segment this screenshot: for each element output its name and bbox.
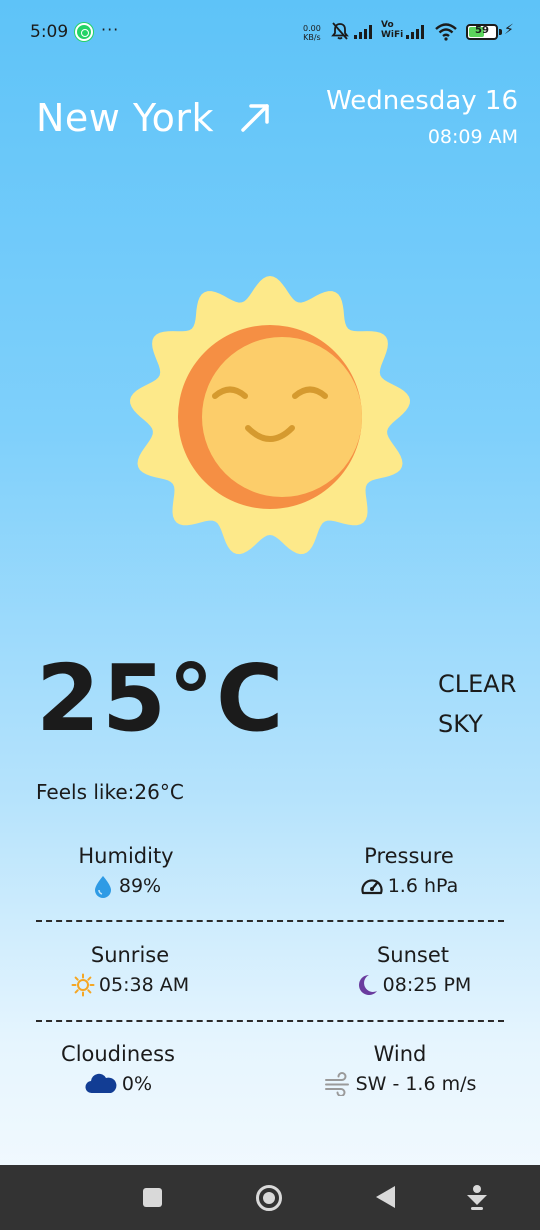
- sunset-value: 08:25 PM: [382, 974, 472, 996]
- download-arrow-icon[interactable]: [464, 1183, 490, 1211]
- condition-line-2: SKY: [438, 710, 483, 738]
- sunset-label: Sunset: [376, 943, 450, 967]
- pressure-value: 1.6 hPa: [387, 875, 459, 897]
- cloudiness-label: Cloudiness: [61, 1042, 175, 1066]
- humidity-label: Humidity: [78, 844, 174, 868]
- wind-label: Wind: [373, 1042, 427, 1066]
- current-date: Wednesday 16: [326, 86, 518, 116]
- sun-icon: [71, 973, 95, 997]
- status-time: 5:09: [30, 22, 69, 42]
- vowifi-indicator: Vo WiFi: [381, 20, 403, 40]
- whatsapp-icon: [75, 23, 93, 41]
- network-speed: 0.00 KB/s: [303, 24, 321, 42]
- current-time: 08:09 AM: [427, 126, 518, 148]
- city-name[interactable]: New York: [36, 96, 214, 140]
- wind-block: Wind SW - 1.6 m/s: [300, 1042, 500, 1096]
- signal-icon: [354, 25, 372, 39]
- humidity-value: 89%: [118, 875, 162, 897]
- back-triangle-icon[interactable]: [376, 1186, 395, 1208]
- cloudiness-value: 0%: [121, 1073, 153, 1095]
- vowifi-bottom: WiFi: [381, 30, 404, 40]
- recents-square-icon[interactable]: [143, 1188, 162, 1207]
- network-speed-value: 0.00: [303, 24, 321, 33]
- feels-like: Feels like:26°C: [36, 780, 184, 804]
- cloudiness-block: Cloudiness 0%: [28, 1042, 208, 1096]
- vowifi-top: Vo: [381, 20, 394, 30]
- moon-icon: [358, 975, 377, 995]
- sun-illustration: [130, 276, 410, 555]
- battery-level: 59: [475, 25, 489, 36]
- network-speed-unit: KB/s: [303, 33, 321, 42]
- navigation-bar: [0, 1165, 540, 1230]
- arrow-up-right-icon[interactable]: [237, 100, 273, 136]
- divider: [36, 1020, 504, 1022]
- water-drop-icon: [94, 876, 111, 898]
- wifi-icon: [435, 23, 457, 41]
- sunrise-value: 05:38 AM: [98, 974, 190, 996]
- battery-tip: [499, 29, 502, 35]
- condition-line-1: CLEAR: [438, 670, 517, 698]
- more-notifications-icon: ···: [101, 20, 120, 39]
- wind-value: SW - 1.6 m/s: [355, 1073, 477, 1095]
- pressure-block: Pressure 1.6 hPa: [319, 844, 499, 898]
- home-circle-icon[interactable]: [256, 1185, 282, 1211]
- pressure-label: Pressure: [364, 844, 454, 868]
- signal-icon: [406, 25, 424, 39]
- divider: [36, 920, 504, 922]
- sunset-block: Sunset 08:25 PM: [323, 943, 503, 997]
- charging-bolt-icon: ⚡: [504, 22, 514, 38]
- weather-condition: CLEAR SKY: [438, 664, 516, 744]
- wind-icon: [324, 1072, 349, 1096]
- sunrise-label: Sunrise: [90, 943, 170, 967]
- sunrise-block: Sunrise 05:38 AM: [40, 943, 220, 997]
- battery-icon: 59: [466, 24, 498, 40]
- sun-face: [202, 337, 362, 497]
- cloud-icon: [85, 1073, 117, 1094]
- temperature: 25°C: [36, 645, 286, 752]
- mute-icon: [331, 22, 349, 40]
- status-bar: 5:09 ··· 0.00 KB/s Vo WiFi 59 ⚡: [0, 0, 540, 64]
- gauge-icon: [361, 879, 383, 895]
- humidity-block: Humidity 89%: [36, 844, 216, 898]
